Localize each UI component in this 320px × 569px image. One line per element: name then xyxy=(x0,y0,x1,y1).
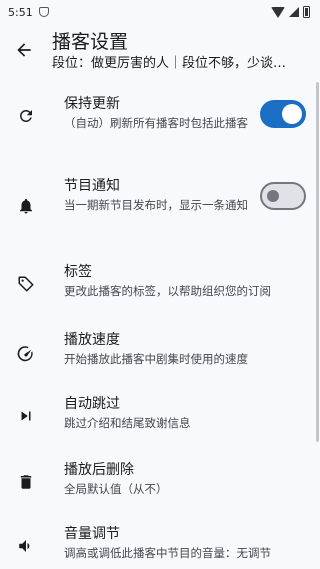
volume-icon xyxy=(16,536,36,556)
app-bar: 播客设置 段位：做更厉害的人｜段位不够，少谈… xyxy=(0,24,320,86)
setting-label: 自动跳过 xyxy=(64,396,120,412)
status-icons xyxy=(271,6,310,18)
app-bar-titles: 播客设置 段位：做更厉害的人｜段位不够，少谈… xyxy=(52,30,320,74)
toggle-knob xyxy=(282,104,302,124)
page-title: 播客设置 xyxy=(52,31,129,53)
podcast-name: 段位：做更厉害的人｜段位不够，少谈… xyxy=(52,56,287,71)
wifi-icon xyxy=(271,6,285,18)
setting-desc: 更改此播客的标签，以帮助组织您的订阅 xyxy=(64,284,271,298)
toggle-knob xyxy=(267,190,279,202)
setting-desc: 全局默认值（从不） xyxy=(64,482,168,496)
setting-desc: 当一期新节目发布时，显示一条通知 xyxy=(64,198,248,212)
skip-next-icon xyxy=(16,406,36,426)
trash-icon xyxy=(16,472,36,492)
notifications-toggle[interactable] xyxy=(260,182,306,210)
setting-desc: （自动）刷新所有播客时包括此播客 xyxy=(64,116,248,130)
refresh-icon xyxy=(16,106,36,126)
setting-auto-skip[interactable]: 自动跳过 跳过介绍和结尾致谢信息 xyxy=(0,390,320,456)
status-bar: 5:51 xyxy=(0,0,320,24)
setting-label: 标签 xyxy=(64,264,92,280)
setting-playback-speed[interactable]: 播放速度 开始播放此播客中剧集时使用的速度 xyxy=(0,324,320,390)
setting-episode-notifications[interactable]: 节目通知 当一期新节目发布时，显示一条通知 xyxy=(0,172,320,258)
setting-delete-after-play[interactable]: 播放后删除 全局默认值（从不） xyxy=(0,456,320,520)
shield-icon xyxy=(38,7,49,17)
battery-icon xyxy=(303,6,310,18)
setting-desc: 跳过介绍和结尾致谢信息 xyxy=(64,416,191,430)
setting-volume-adjustment[interactable]: 音量调节 调高或调低此播客中节目的音量：无调节 xyxy=(0,520,320,569)
setting-label: 播放速度 xyxy=(64,332,120,348)
back-arrow-icon[interactable] xyxy=(14,40,34,60)
bell-icon xyxy=(16,196,36,216)
cell-signal-icon xyxy=(289,7,299,17)
setting-label: 音量调节 xyxy=(64,526,120,542)
speed-icon xyxy=(16,344,36,364)
status-time: 5:51 xyxy=(8,5,33,19)
tag-icon xyxy=(16,274,36,294)
setting-label: 节目通知 xyxy=(64,178,120,194)
setting-keep-updated[interactable]: 保持更新 （自动）刷新所有播客时包括此播客 xyxy=(0,86,320,172)
setting-label: 保持更新 xyxy=(64,96,120,112)
setting-desc: 开始播放此播客中剧集时使用的速度 xyxy=(64,352,248,366)
setting-desc: 调高或调低此播客中节目的音量：无调节 xyxy=(64,546,271,560)
setting-label: 播放后删除 xyxy=(64,462,134,478)
keep-updated-toggle[interactable] xyxy=(260,100,306,128)
settings-list: 保持更新 （自动）刷新所有播客时包括此播客 节目通知 当一期新节目发布时，显示一… xyxy=(0,86,320,569)
setting-tags[interactable]: 标签 更改此播客的标签，以帮助组织您的订阅 xyxy=(0,258,320,324)
